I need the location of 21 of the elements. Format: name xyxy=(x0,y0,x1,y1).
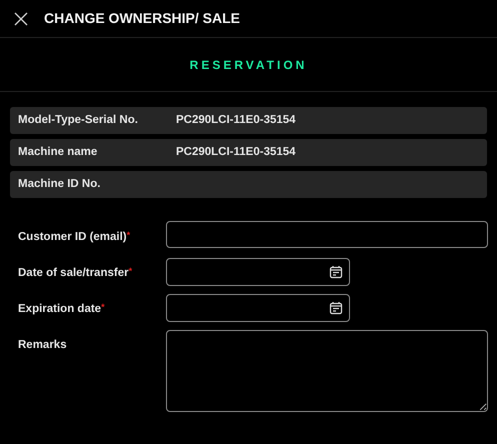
info-value: PC290LCI-11E0-35154 xyxy=(176,144,296,160)
info-value: PC290LCI-11E0-35154 xyxy=(176,112,296,128)
field-label: Customer ID (email) xyxy=(18,231,127,243)
section-title: RESERVATION xyxy=(190,56,308,74)
remarks-field[interactable] xyxy=(166,330,488,412)
dialog-title: CHANGE OWNERSHIP/ SALE xyxy=(44,9,240,28)
required-mark: * xyxy=(128,266,132,276)
calendar-icon[interactable] xyxy=(329,301,343,315)
field-label: Remarks xyxy=(18,339,67,351)
field-label: Date of sale/transfer xyxy=(18,267,129,279)
info-label: Model-Type-Serial No. xyxy=(18,112,139,128)
info-label: Machine name xyxy=(18,144,98,160)
date-field[interactable] xyxy=(166,258,350,286)
info-label: Machine ID No. xyxy=(18,176,102,192)
required-mark: * xyxy=(101,302,105,312)
required-mark: * xyxy=(126,230,130,240)
field-label: Expiration date xyxy=(18,303,102,315)
date-field[interactable] xyxy=(166,294,350,322)
close-icon[interactable] xyxy=(14,12,28,26)
calendar-icon[interactable] xyxy=(329,265,343,279)
input-field[interactable] xyxy=(166,221,488,248)
